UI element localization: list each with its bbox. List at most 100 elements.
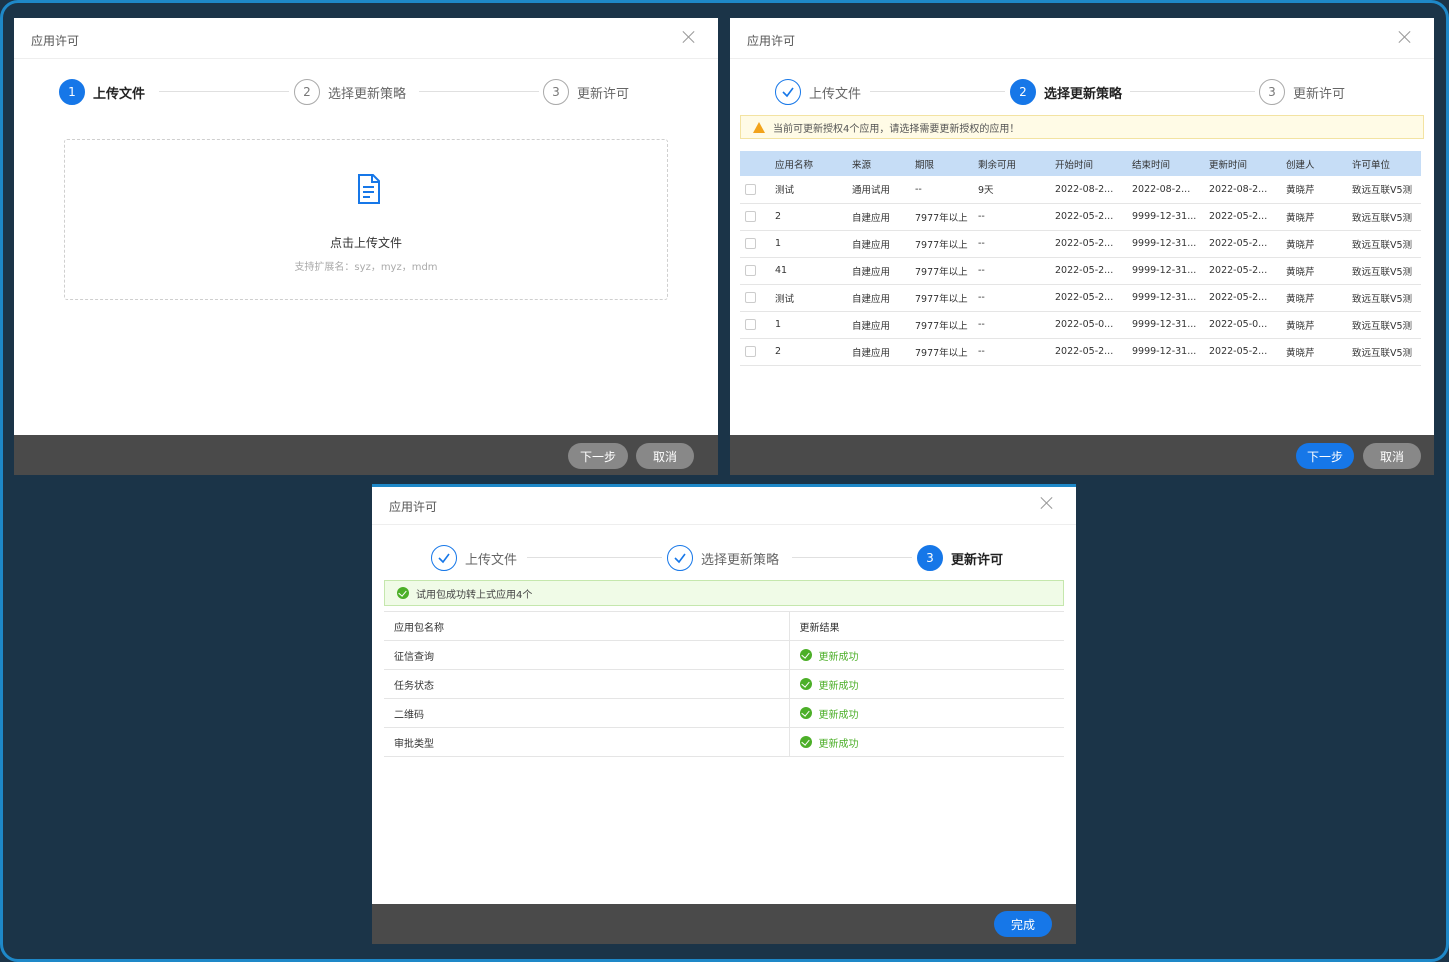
success-icon <box>799 707 812 719</box>
table-row: 审批类型 更新成功 <box>384 727 1065 757</box>
table-cell: 自建应用 <box>847 284 910 312</box>
step-upload-file: 上传文件 <box>775 78 861 106</box>
row-checkbox[interactable] <box>745 211 756 222</box>
success-icon <box>397 587 409 599</box>
dialog-update-license-step: 应用许可 上传文件 选择更新策略 3 更新许可 试用包成功转上式应用4个 应用包… <box>372 484 1076 944</box>
update-result: 更新成功 <box>799 706 1065 721</box>
table-cell: 黄晓芹 <box>1281 230 1347 258</box>
step-update-license: 3 更新许可 <box>917 544 1003 572</box>
row-checkbox[interactable] <box>745 183 756 195</box>
row-checkbox[interactable] <box>745 265 756 276</box>
cancel-button[interactable]: 取消 <box>1363 443 1421 469</box>
step-number: 1 <box>59 79 85 105</box>
dialog-footer: 下一步 取消 <box>730 435 1434 475</box>
success-banner: 试用包成功转上式应用4个 <box>384 580 1064 606</box>
table-cell: 自建应用 <box>847 230 910 258</box>
next-button[interactable]: 下一步 <box>568 443 628 469</box>
table-cell: -- <box>973 203 1050 231</box>
step-number: 3 <box>1259 79 1285 105</box>
row-checkbox[interactable] <box>745 346 756 357</box>
upload-dropzone[interactable]: 点击上传文件 支持扩展名：syz，myz，mdm <box>64 139 668 300</box>
table-row[interactable]: 1 自建应用 7977年以上 -- 2022-05-2... 9999-12-31... 2… <box>740 230 1421 258</box>
step-connector <box>159 91 289 92</box>
success-icon <box>799 649 812 661</box>
check-icon <box>667 545 693 571</box>
column-header: 应用包名称 <box>384 611 789 641</box>
table-cell: 自建应用 <box>847 203 910 231</box>
table-cell: -- <box>910 176 973 204</box>
table-cell: 2022-05-2... <box>1050 338 1127 366</box>
row-checkbox[interactable] <box>745 319 756 330</box>
table-row[interactable]: 2 自建应用 7977年以上 -- 2022-05-2... 9999-12-31... 2… <box>740 203 1421 231</box>
steps-bar: 上传文件 2 选择更新策略 3 更新许可 <box>730 78 1434 106</box>
row-checkbox[interactable] <box>745 292 756 303</box>
update-result: 更新成功 <box>799 735 1065 750</box>
step-select-strategy: 2 选择更新策略 <box>1010 78 1122 106</box>
row-checkbox[interactable] <box>745 238 756 249</box>
step-label: 上传文件 <box>809 86 862 102</box>
step-select-strategy: 2 选择更新策略 <box>294 78 406 106</box>
table-row[interactable]: 测试 自建应用 7977年以上 -- 2022-05-2... 9999-12-31...… <box>740 284 1421 312</box>
table-cell: 1 <box>770 311 847 339</box>
close-icon[interactable] <box>680 28 698 46</box>
table-header: 应用包名称 更新结果 <box>384 611 1064 641</box>
table-cell: 2022-08-2... <box>1127 176 1204 204</box>
step-upload-file: 1 上传文件 <box>59 78 145 106</box>
result-text: 更新成功 <box>818 651 859 663</box>
table-cell: 测试 <box>770 284 847 312</box>
table-cell: 1 <box>770 230 847 258</box>
table-cell: 7977年以上 <box>910 230 973 258</box>
step-connector <box>527 557 662 558</box>
document-icon <box>358 174 380 204</box>
table-cell: 9999-12-31... <box>1127 257 1204 285</box>
step-label: 更新许可 <box>951 552 1004 568</box>
table-cell: 2022-05-2... <box>1204 257 1281 285</box>
table-row[interactable]: 测试 通用试用 -- 9天 2022-08-2... 2022-08-2... 2022-0… <box>740 176 1421 204</box>
step-number: 3 <box>543 79 569 105</box>
table-row[interactable]: 2 自建应用 7977年以上 -- 2022-05-2... 9999-12-31... 2… <box>740 338 1421 366</box>
table-cell: 9999-12-31... <box>1127 311 1204 339</box>
warning-banner: 当前可更新授权4个应用，请选择需要更新授权的应用！ <box>740 115 1424 139</box>
step-update-license: 3 更新许可 <box>1259 78 1345 106</box>
step-connector <box>419 91 539 92</box>
table-row[interactable]: 1 自建应用 7977年以上 -- 2022-05-0... 9999-12-31... 2… <box>740 311 1421 339</box>
table-cell: 2022-05-2... <box>1204 230 1281 258</box>
dialog-footer: 下一步 取消 <box>14 435 718 475</box>
dialog-title: 应用许可 <box>747 34 796 48</box>
table-cell: 致远互联V5测 <box>1347 311 1421 339</box>
table-cell: 9天 <box>973 176 1050 204</box>
table-cell: 2022-05-0... <box>1204 311 1281 339</box>
step-label: 选择更新策略 <box>328 86 407 102</box>
column-header: 开始时间 <box>1050 151 1127 176</box>
table-cell: -- <box>973 338 1050 366</box>
table-cell: 2022-05-2... <box>1050 230 1127 258</box>
success-icon <box>799 736 812 748</box>
dialog-upload-step: 应用许可 1 上传文件 2 选择更新策略 3 更新许可 点击上传文件 支持扩展名… <box>14 18 718 475</box>
table-cell: 通用试用 <box>847 176 910 204</box>
step-number: 2 <box>294 79 320 105</box>
table-cell: 2022-05-2... <box>1204 338 1281 366</box>
next-button[interactable]: 下一步 <box>1296 443 1354 469</box>
table-header: 应用名称 来源 期限 剩余可用 开始时间 结束时间 更新时间 创建人 许可单位 <box>740 151 1421 176</box>
table-row[interactable]: 41 自建应用 7977年以上 -- 2022-05-2... 9999-12-31...… <box>740 257 1421 285</box>
finish-button[interactable]: 完成 <box>994 911 1052 937</box>
close-icon[interactable] <box>1396 28 1414 46</box>
table-cell: 致远互联V5测 <box>1347 230 1421 258</box>
warning-text: 当前可更新授权4个应用，请选择需要更新授权的应用！ <box>773 123 1020 135</box>
table-cell: 黄晓芹 <box>1281 203 1347 231</box>
table-cell: 2022-05-2... <box>1050 203 1127 231</box>
close-icon[interactable] <box>1038 494 1056 512</box>
dialog-accent-bar <box>372 484 1076 487</box>
success-text: 试用包成功转上式应用4个 <box>416 589 533 601</box>
table-cell: 7977年以上 <box>910 311 973 339</box>
divider <box>14 58 718 59</box>
step-number: 3 <box>917 545 943 571</box>
dialog-title: 应用许可 <box>389 500 438 514</box>
divider <box>730 58 1434 59</box>
app-package-name: 征信查询 <box>384 640 789 670</box>
column-header: 创建人 <box>1281 151 1347 176</box>
app-package-name: 二维码 <box>384 698 789 728</box>
step-connector <box>792 557 912 558</box>
cancel-button[interactable]: 取消 <box>636 443 694 469</box>
steps-bar: 1 上传文件 2 选择更新策略 3 更新许可 <box>14 78 718 106</box>
